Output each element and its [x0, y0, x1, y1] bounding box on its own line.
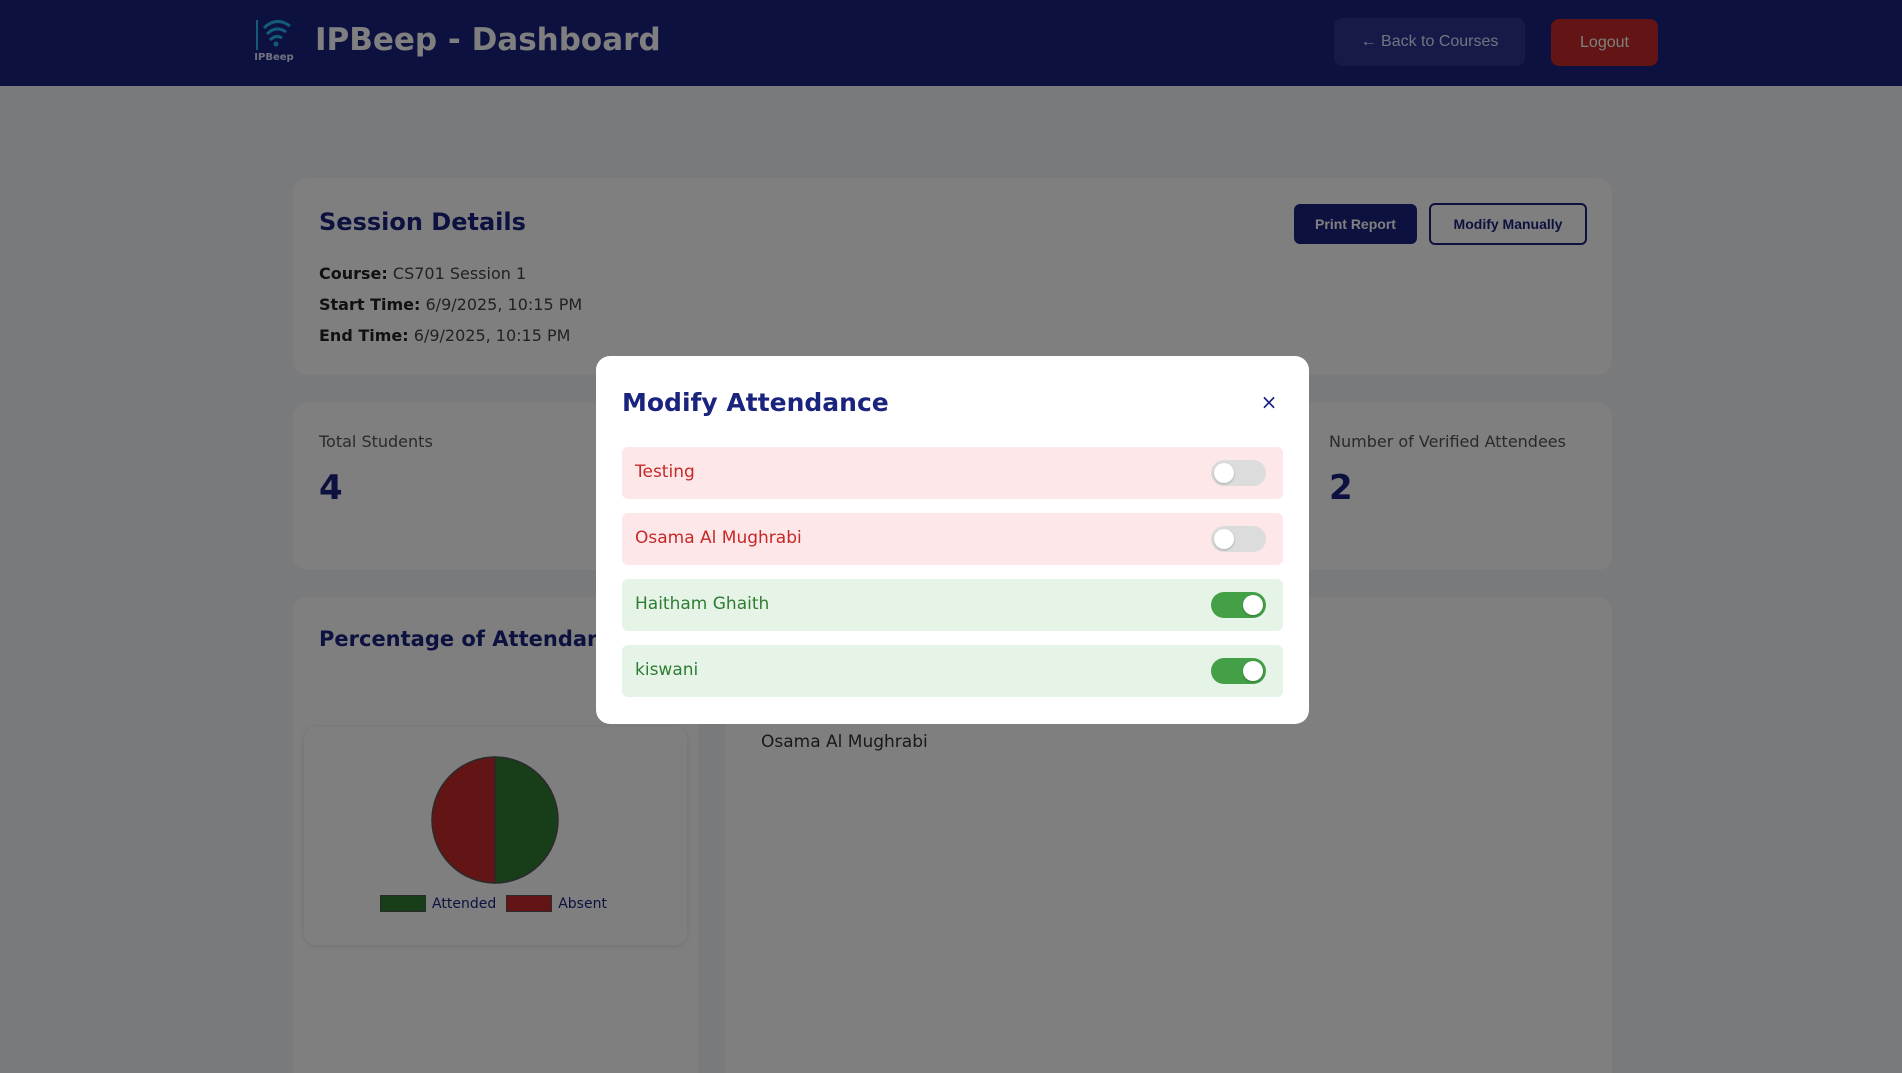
modal-title: Modify Attendance: [622, 388, 889, 417]
toggle-knob: [1214, 529, 1234, 549]
student-name: Haitham Ghaith: [635, 594, 770, 614]
toggle-knob: [1243, 661, 1263, 681]
student-row: Testing: [622, 447, 1283, 499]
toggle-knob: [1214, 463, 1234, 483]
student-name: kiswani: [635, 660, 699, 680]
attendance-toggle[interactable]: [1211, 658, 1266, 684]
toggle-knob: [1243, 595, 1263, 615]
student-name: Osama Al Mughrabi: [635, 528, 802, 548]
close-icon[interactable]: ×: [1257, 390, 1281, 414]
student-row: Haitham Ghaith: [622, 579, 1283, 631]
attendance-toggle[interactable]: [1211, 460, 1266, 486]
modify-attendance-modal: Modify Attendance × Testing Osama Al Mug…: [596, 356, 1309, 724]
student-name: Testing: [635, 462, 695, 482]
student-row: Osama Al Mughrabi: [622, 513, 1283, 565]
student-row: kiswani: [622, 645, 1283, 697]
attendance-toggle[interactable]: [1211, 592, 1266, 618]
attendance-toggle[interactable]: [1211, 526, 1266, 552]
